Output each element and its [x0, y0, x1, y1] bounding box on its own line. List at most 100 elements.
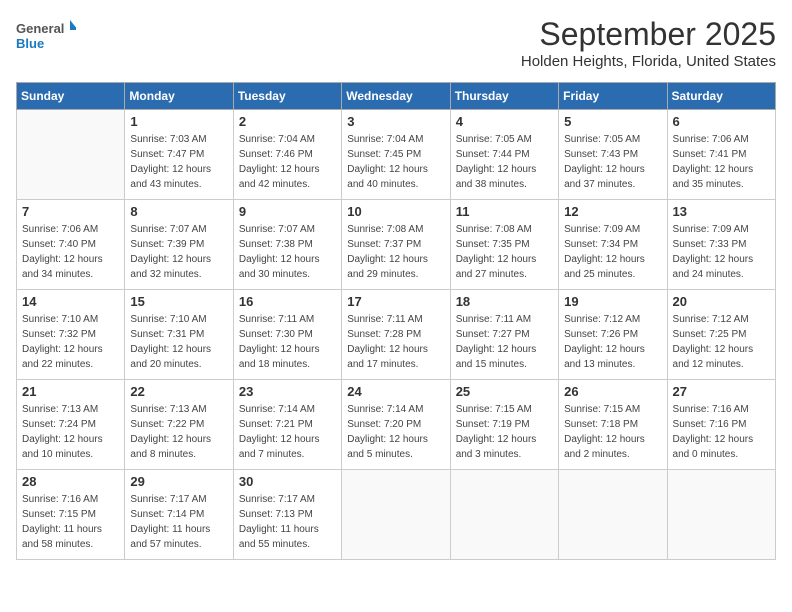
- day-cell: 19Sunrise: 7:12 AMSunset: 7:26 PMDayligh…: [559, 290, 667, 380]
- day-cell: 29 Sunrise: 7:17 AMSunset: 7:14 PMDayligh…: [125, 470, 233, 560]
- day-number: 8: [130, 204, 227, 219]
- week-row-2: 7Sunrise: 7:06 AMSunset: 7:40 PMDaylight…: [17, 200, 776, 290]
- week-row-4: 21Sunrise: 7:13 AMSunset: 7:24 PMDayligh…: [17, 380, 776, 470]
- page-header: General Blue September 2025 Holden Heigh…: [16, 16, 776, 70]
- col-header-sunday: Sunday: [17, 83, 125, 110]
- day-info: Sunrise: 7:16 AMSunset: 7:15 PMDaylight:…: [22, 492, 119, 552]
- day-number: 26: [564, 384, 661, 399]
- day-info: Sunrise: 7:06 AMSunset: 7:40 PMDaylight:…: [22, 222, 119, 282]
- day-number: 9: [239, 204, 336, 219]
- day-number: 16: [239, 294, 336, 309]
- day-info: Sunrise: 7:11 AMSunset: 7:30 PMDaylight:…: [239, 312, 336, 372]
- day-cell: [559, 470, 667, 560]
- day-info: Sunrise: 7:13 AMSunset: 7:24 PMDaylight:…: [22, 402, 119, 462]
- day-cell: 26 Sunrise: 7:15 AMSunset: 7:18 PMDayligh…: [559, 380, 667, 470]
- day-info: Sunrise: 7:12 AMSunset: 7:26 PMDaylight:…: [564, 312, 661, 372]
- day-cell: 10 Sunrise: 7:08 AMSunset: 7:37 PMDayligh…: [342, 200, 450, 290]
- day-number: 6: [673, 114, 770, 129]
- day-number: 20: [673, 294, 770, 309]
- day-cell: 4 Sunrise: 7:05 AMSunset: 7:44 PMDaylight…: [450, 110, 558, 200]
- day-number: 3: [347, 114, 444, 129]
- day-number: 23: [239, 384, 336, 399]
- day-info: Sunrise: 7:17 AMSunset: 7:14 PMDaylight:…: [130, 492, 227, 552]
- day-info: Sunrise: 7:09 AMSunset: 7:34 PMDaylight:…: [564, 222, 661, 282]
- day-cell: 9 Sunrise: 7:07 AMSunset: 7:38 PMDaylight…: [233, 200, 341, 290]
- day-cell: 1Sunrise: 7:03 AMSunset: 7:47 PMDaylight…: [125, 110, 233, 200]
- day-cell: 2Sunrise: 7:04 AMSunset: 7:46 PMDaylight…: [233, 110, 341, 200]
- day-cell: 12 Sunrise: 7:09 AMSunset: 7:34 PMDayligh…: [559, 200, 667, 290]
- day-cell: 28 Sunrise: 7:16 AMSunset: 7:15 PMDayligh…: [17, 470, 125, 560]
- day-headers-row: SundayMondayTuesdayWednesdayThursdayFrid…: [17, 83, 776, 110]
- title-block: September 2025 Holden Heights, Florida, …: [521, 16, 776, 70]
- col-header-monday: Monday: [125, 83, 233, 110]
- day-info: Sunrise: 7:17 AMSunset: 7:13 PMDaylight:…: [239, 492, 336, 552]
- svg-text:Blue: Blue: [16, 36, 44, 51]
- day-cell: 27 Sunrise: 7:16 AMSunset: 7:16 PMDayligh…: [667, 380, 775, 470]
- day-number: 11: [456, 204, 553, 219]
- day-info: Sunrise: 7:08 AMSunset: 7:37 PMDaylight:…: [347, 222, 444, 282]
- day-info: Sunrise: 7:11 AMSunset: 7:27 PMDaylight:…: [456, 312, 553, 372]
- day-cell: 14 Sunrise: 7:10 AMSunset: 7:32 PMDayligh…: [17, 290, 125, 380]
- day-cell: 7Sunrise: 7:06 AMSunset: 7:40 PMDaylight…: [17, 200, 125, 290]
- day-info: Sunrise: 7:05 AMSunset: 7:43 PMDaylight:…: [564, 132, 661, 192]
- day-number: 2: [239, 114, 336, 129]
- svg-text:General: General: [16, 21, 64, 36]
- day-info: Sunrise: 7:06 AMSunset: 7:41 PMDaylight:…: [673, 132, 770, 192]
- day-number: 12: [564, 204, 661, 219]
- day-number: 4: [456, 114, 553, 129]
- col-header-friday: Friday: [559, 83, 667, 110]
- day-number: 24: [347, 384, 444, 399]
- day-cell: 5 Sunrise: 7:05 AMSunset: 7:43 PMDaylight…: [559, 110, 667, 200]
- day-number: 29: [130, 474, 227, 489]
- day-cell: 23Sunrise: 7:14 AMSunset: 7:21 PMDayligh…: [233, 380, 341, 470]
- day-info: Sunrise: 7:13 AMSunset: 7:22 PMDaylight:…: [130, 402, 227, 462]
- day-info: Sunrise: 7:14 AMSunset: 7:20 PMDaylight:…: [347, 402, 444, 462]
- day-number: 18: [456, 294, 553, 309]
- day-cell: 11 Sunrise: 7:08 AMSunset: 7:35 PMDayligh…: [450, 200, 558, 290]
- day-cell: 24 Sunrise: 7:14 AMSunset: 7:20 PMDayligh…: [342, 380, 450, 470]
- day-number: 25: [456, 384, 553, 399]
- day-info: Sunrise: 7:10 AMSunset: 7:32 PMDaylight:…: [22, 312, 119, 372]
- day-number: 14: [22, 294, 119, 309]
- day-number: 22: [130, 384, 227, 399]
- day-cell: 3 Sunrise: 7:04 AMSunset: 7:45 PMDaylight…: [342, 110, 450, 200]
- day-number: 5: [564, 114, 661, 129]
- week-row-3: 14 Sunrise: 7:10 AMSunset: 7:32 PMDayligh…: [17, 290, 776, 380]
- day-info: Sunrise: 7:07 AMSunset: 7:39 PMDaylight:…: [130, 222, 227, 282]
- day-info: Sunrise: 7:11 AMSunset: 7:28 PMDaylight:…: [347, 312, 444, 372]
- month-year-title: September 2025: [521, 16, 776, 53]
- week-row-1: 1Sunrise: 7:03 AMSunset: 7:47 PMDaylight…: [17, 110, 776, 200]
- col-header-thursday: Thursday: [450, 83, 558, 110]
- col-header-tuesday: Tuesday: [233, 83, 341, 110]
- day-number: 28: [22, 474, 119, 489]
- day-cell: 25Sunrise: 7:15 AMSunset: 7:19 PMDayligh…: [450, 380, 558, 470]
- day-number: 13: [673, 204, 770, 219]
- day-cell: [17, 110, 125, 200]
- day-number: 10: [347, 204, 444, 219]
- day-info: Sunrise: 7:05 AMSunset: 7:44 PMDaylight:…: [456, 132, 553, 192]
- day-number: 27: [673, 384, 770, 399]
- day-info: Sunrise: 7:16 AMSunset: 7:16 PMDaylight:…: [673, 402, 770, 462]
- day-info: Sunrise: 7:12 AMSunset: 7:25 PMDaylight:…: [673, 312, 770, 372]
- day-cell: 30 Sunrise: 7:17 AMSunset: 7:13 PMDayligh…: [233, 470, 341, 560]
- day-number: 1: [130, 114, 227, 129]
- day-info: Sunrise: 7:07 AMSunset: 7:38 PMDaylight:…: [239, 222, 336, 282]
- day-cell: 22 Sunrise: 7:13 AMSunset: 7:22 PMDayligh…: [125, 380, 233, 470]
- col-header-saturday: Saturday: [667, 83, 775, 110]
- day-number: 30: [239, 474, 336, 489]
- day-info: Sunrise: 7:10 AMSunset: 7:31 PMDaylight:…: [130, 312, 227, 372]
- day-cell: 6 Sunrise: 7:06 AMSunset: 7:41 PMDaylight…: [667, 110, 775, 200]
- day-cell: 18 Sunrise: 7:11 AMSunset: 7:27 PMDayligh…: [450, 290, 558, 380]
- logo: General Blue: [16, 16, 76, 56]
- day-cell: 17Sunrise: 7:11 AMSunset: 7:28 PMDayligh…: [342, 290, 450, 380]
- day-cell: 15 Sunrise: 7:10 AMSunset: 7:31 PMDayligh…: [125, 290, 233, 380]
- week-row-5: 28 Sunrise: 7:16 AMSunset: 7:15 PMDayligh…: [17, 470, 776, 560]
- day-cell: 16 Sunrise: 7:11 AMSunset: 7:30 PMDayligh…: [233, 290, 341, 380]
- day-number: 15: [130, 294, 227, 309]
- day-info: Sunrise: 7:04 AMSunset: 7:45 PMDaylight:…: [347, 132, 444, 192]
- day-info: Sunrise: 7:08 AMSunset: 7:35 PMDaylight:…: [456, 222, 553, 282]
- day-cell: 20 Sunrise: 7:12 AMSunset: 7:25 PMDayligh…: [667, 290, 775, 380]
- location-subtitle: Holden Heights, Florida, United States: [521, 53, 776, 70]
- day-cell: [342, 470, 450, 560]
- day-info: Sunrise: 7:15 AMSunset: 7:18 PMDaylight:…: [564, 402, 661, 462]
